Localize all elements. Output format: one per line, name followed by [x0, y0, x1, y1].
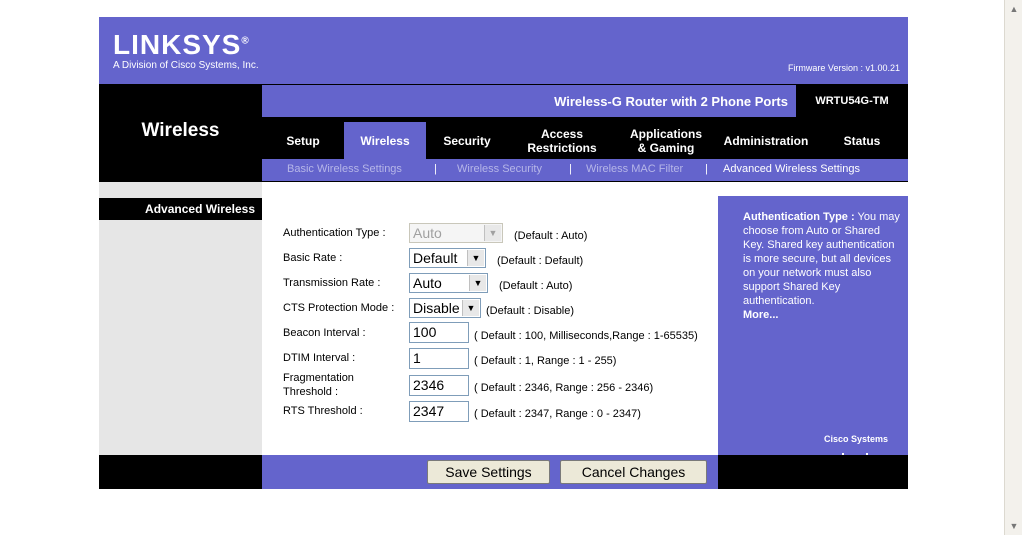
cts-default: (Default : Disable): [486, 305, 575, 317]
tab-label: Setup: [286, 133, 320, 148]
subnav-separator: |: [705, 163, 708, 175]
left-column: [99, 182, 262, 455]
rts-label: RTS Threshold :: [283, 405, 363, 417]
save-settings-button[interactable]: Save Settings: [427, 460, 550, 484]
basic-rate-label: Basic Rate :: [283, 252, 343, 264]
chevron-down-icon: ▼: [467, 250, 484, 266]
tab-setup[interactable]: Setup: [262, 122, 344, 159]
tx-rate-select[interactable]: Auto ▼: [409, 273, 488, 293]
beacon-label: Beacon Interval :: [283, 327, 366, 339]
scroll-up-icon[interactable]: ▲: [1006, 1, 1022, 17]
dtim-label: DTIM Interval :: [283, 352, 356, 364]
fragmentation-threshold-input[interactable]: 2346: [409, 375, 469, 396]
basic-rate-select[interactable]: Default ▼: [409, 248, 486, 268]
tab-label: Access Restrictions: [527, 126, 597, 155]
sub-navigation: Basic Wireless Settings | Wireless Secur…: [262, 159, 908, 181]
chevron-down-icon: ▼: [484, 225, 501, 241]
beacon-interval-input[interactable]: 100: [409, 322, 469, 343]
tab-label: Security: [443, 133, 491, 148]
subnav-wireless-security[interactable]: Wireless Security: [457, 163, 542, 175]
linksys-logo: LINKSYS®: [113, 29, 250, 60]
tab-label: Applications & Gaming: [629, 126, 702, 155]
subnav-separator: |: [569, 163, 572, 175]
footer-left: [99, 455, 262, 489]
footer-right: [718, 455, 908, 489]
auth-type-default: (Default : Auto): [514, 230, 588, 242]
main-tabs: Setup Wireless Security Access Restricti…: [262, 122, 908, 159]
help-body: You may choose from Auto or Shared Key. …: [743, 211, 900, 307]
cts-select[interactable]: Disable ▼: [409, 298, 481, 318]
frag-label: Fragmentation: [283, 372, 354, 384]
dtim-interval-input[interactable]: 1: [409, 348, 469, 369]
chevron-down-icon: ▼: [469, 275, 486, 291]
chevron-down-icon: ▼: [462, 300, 479, 316]
help-title: Authentication Type :: [743, 211, 855, 223]
beacon-default: ( Default : 100, Milliseconds,Range : 1-…: [474, 330, 698, 342]
subnav-advanced-wireless[interactable]: Advanced Wireless Settings: [723, 163, 860, 175]
subnav-separator: |: [434, 163, 437, 175]
section-title: Wireless: [141, 120, 220, 141]
tab-applications-gaming[interactable]: Applications & Gaming: [616, 122, 716, 159]
subnav-basic-wireless[interactable]: Basic Wireless Settings: [287, 163, 402, 175]
model-name: Wireless-G Router with 2 Phone Ports: [554, 94, 788, 109]
tab-label: Wireless: [360, 133, 410, 148]
help-more-link[interactable]: More...: [743, 309, 778, 321]
cancel-changes-button[interactable]: Cancel Changes: [560, 460, 707, 484]
tab-label: Administration: [723, 133, 809, 148]
auth-type-label: Authentication Type :: [283, 227, 386, 239]
rts-default: ( Default : 2347, Range : 0 - 2347): [474, 408, 641, 420]
dtim-default: ( Default : 1, Range : 1 - 255): [474, 355, 617, 367]
vertical-scrollbar[interactable]: ▲ ▼: [1004, 0, 1022, 535]
help-text: Authentication Type : You may choose fro…: [743, 210, 903, 322]
tab-access-restrictions[interactable]: Access Restrictions: [508, 122, 616, 159]
auth-type-select: Auto ▼: [409, 223, 503, 243]
division-text: A Division of Cisco Systems, Inc.: [113, 60, 259, 71]
cts-label: CTS Protection Mode :: [283, 302, 395, 314]
tab-status[interactable]: Status: [816, 122, 908, 159]
content-top-gap: [262, 182, 908, 189]
header-banner: LINKSYS® A Division of Cisco Systems, In…: [99, 17, 908, 84]
left-section-label: Advanced Wireless: [99, 198, 262, 220]
model-id: WRTU54G-TM: [796, 85, 908, 117]
tab-wireless[interactable]: Wireless: [344, 122, 426, 159]
frag-label-2: Threshold :: [283, 386, 339, 398]
tab-label: Status: [843, 133, 881, 148]
tab-security[interactable]: Security: [426, 122, 508, 159]
tx-rate-default: (Default : Auto): [499, 280, 573, 292]
subnav-mac-filter[interactable]: Wireless MAC Filter: [586, 163, 683, 175]
basic-rate-default: (Default : Default): [497, 255, 584, 267]
scroll-down-icon[interactable]: ▼: [1006, 518, 1022, 534]
model-bar: Wireless-G Router with 2 Phone Ports WRT…: [262, 85, 908, 117]
rts-threshold-input[interactable]: 2347: [409, 401, 469, 422]
tx-rate-label: Transmission Rate :: [283, 277, 381, 289]
cisco-logo-text: Cisco Systems: [824, 434, 889, 444]
frag-default: ( Default : 2346, Range : 256 - 2346): [474, 382, 654, 394]
tab-administration[interactable]: Administration: [716, 122, 816, 159]
firmware-version: Firmware Version : v1.00.21: [787, 63, 900, 73]
